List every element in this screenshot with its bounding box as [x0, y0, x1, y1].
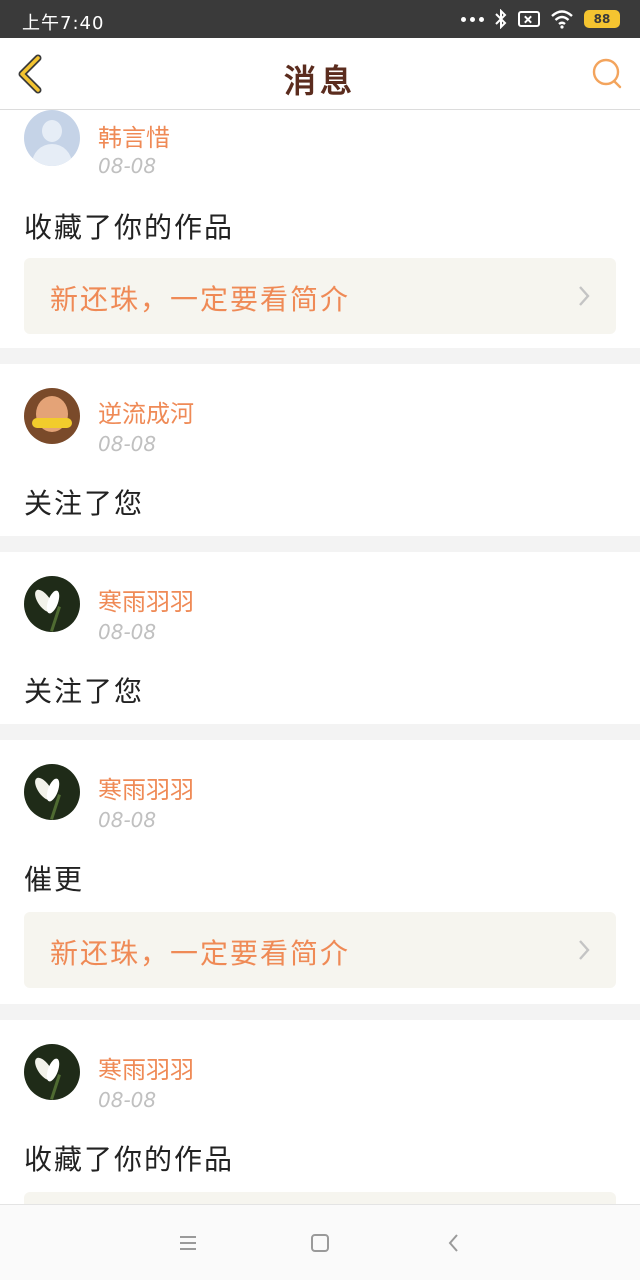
status-icons: 88 [461, 8, 620, 30]
message-item[interactable]: 寒雨羽羽 08-08 关注了您 [0, 552, 640, 724]
avatar[interactable] [24, 388, 80, 444]
work-link[interactable]: 新还珠，一定要看简介 [24, 258, 616, 334]
message-date: 08-08 [98, 620, 157, 644]
message-username[interactable]: 寒雨羽羽 [98, 1050, 194, 1085]
work-link[interactable] [24, 1192, 616, 1204]
message-username[interactable]: 寒雨羽羽 [98, 582, 194, 617]
message-action: 收藏了你的作品 [24, 1143, 235, 1176]
chevron-right-icon [579, 940, 590, 960]
avatar[interactable] [24, 110, 80, 166]
search-icon[interactable] [590, 56, 626, 92]
status-time: 上午7:40 [22, 13, 105, 34]
chevron-right-icon [579, 286, 590, 306]
home-square-icon[interactable] [308, 1231, 332, 1255]
message-action: 收藏了你的作品 [24, 211, 235, 244]
message-username[interactable]: 寒雨羽羽 [98, 770, 194, 805]
message-item[interactable]: 韩言惜 08-08 收藏了你的作品 新还珠，一定要看简介 [0, 110, 640, 348]
message-date: 08-08 [98, 1088, 157, 1112]
message-item[interactable]: 寒雨羽羽 08-08 催更 新还珠，一定要看简介 [0, 740, 640, 1004]
back-triangle-icon[interactable] [442, 1231, 466, 1255]
sim-x-icon [518, 11, 540, 27]
bluetooth-icon [495, 9, 507, 29]
message-action: 催更 [24, 863, 85, 896]
menu-icon[interactable] [176, 1231, 200, 1255]
message-list[interactable]: 韩言惜 08-08 收藏了你的作品 新还珠，一定要看简介 逆流成河 08-08 … [0, 110, 640, 1204]
work-title: 新还珠，一定要看简介 [50, 937, 351, 970]
message-item[interactable]: 寒雨羽羽 08-08 收藏了你的作品 [0, 1020, 640, 1204]
app-header: 消息 [0, 38, 640, 110]
battery-icon: 88 [584, 10, 620, 28]
message-date: 08-08 [98, 808, 157, 832]
system-nav-bar [0, 1204, 640, 1280]
work-title: 新还珠，一定要看简介 [50, 283, 351, 316]
message-date: 08-08 [98, 432, 157, 456]
message-action: 关注了您 [24, 487, 145, 520]
avatar[interactable] [24, 764, 80, 820]
message-date: 08-08 [98, 154, 157, 178]
status-bar: 上午7:40 88 [0, 0, 640, 38]
message-username[interactable]: 韩言惜 [98, 118, 170, 153]
avatar[interactable] [24, 1044, 80, 1100]
message-username[interactable]: 逆流成河 [98, 394, 194, 429]
page-title: 消息 [283, 62, 356, 100]
wifi-icon [551, 10, 573, 29]
message-action: 关注了您 [24, 675, 145, 708]
more-dots-icon [461, 16, 484, 22]
avatar[interactable] [24, 576, 80, 632]
message-item[interactable]: 逆流成河 08-08 关注了您 [0, 364, 640, 536]
work-link[interactable]: 新还珠，一定要看简介 [24, 912, 616, 988]
